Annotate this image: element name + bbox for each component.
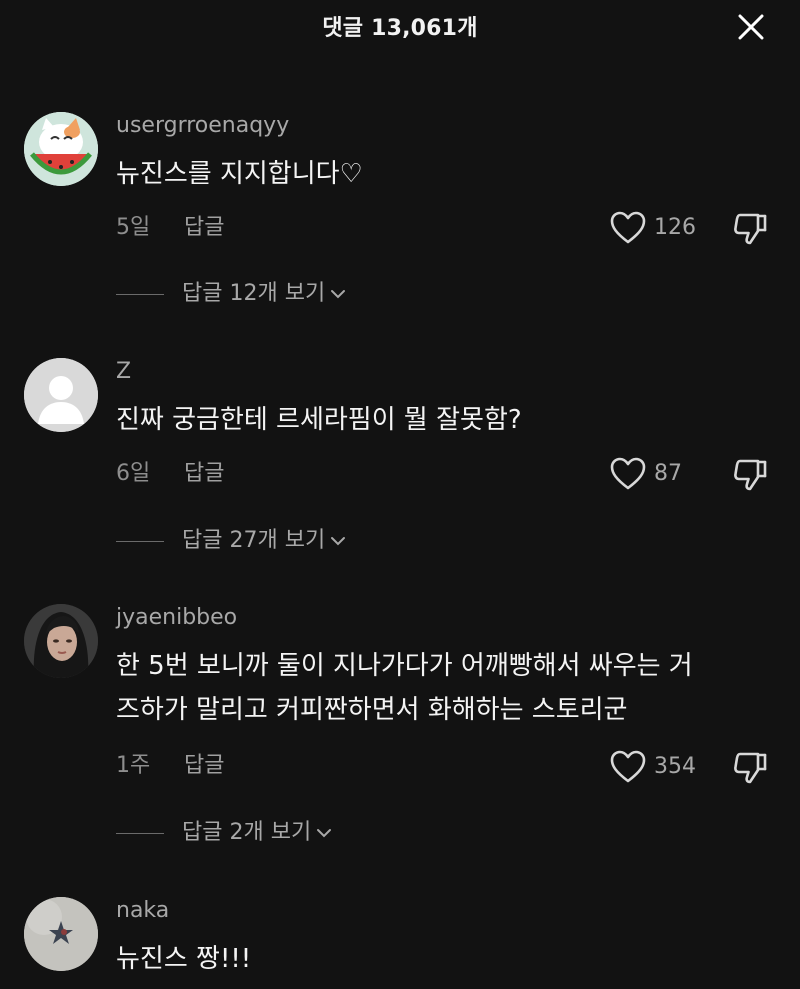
dislike-button[interactable] <box>732 211 768 247</box>
view-replies-label: 답글 2개 보기 <box>182 820 312 845</box>
comments-count-title: 댓글 13,061개 <box>322 16 478 41</box>
comment-username[interactable]: naka <box>116 897 169 925</box>
thumbs-down-icon <box>734 213 767 245</box>
view-replies-label: 답글 27개 보기 <box>182 528 326 553</box>
comment-text-line: 한 5번 보니까 둘이 지나가다가 어깨빵해서 싸우는 거 <box>116 651 693 681</box>
default-user-icon <box>24 358 98 432</box>
heart-icon <box>610 457 646 490</box>
profile-photo <box>24 604 98 678</box>
comment-username[interactable]: jyaenibbeo <box>116 604 237 632</box>
divider-line <box>116 833 164 834</box>
comments-header: 댓글 13,061개 <box>0 0 800 52</box>
thumbs-down-icon <box>734 459 767 491</box>
comment-time: 5일 <box>116 215 151 240</box>
like-count: 354 <box>654 754 696 779</box>
reply-button[interactable]: 답글 <box>184 214 224 242</box>
divider-line <box>116 294 164 295</box>
comment-text-line: 즈하가 말리고 커피짠하면서 화해하는 스토리군 <box>116 695 628 725</box>
comment-text: 진짜 궁금한테 르세라핌이 뭘 잘못함? <box>116 405 522 435</box>
divider-line <box>116 541 164 542</box>
comment-time: 6일 <box>116 461 151 486</box>
thumbs-down-icon <box>734 752 767 784</box>
comment-time: 1주 <box>116 753 151 778</box>
chevron-down-icon <box>331 290 346 299</box>
avatar[interactable] <box>24 897 98 971</box>
close-button[interactable] <box>736 12 766 42</box>
like-count: 87 <box>654 461 682 486</box>
like-count: 126 <box>654 215 696 240</box>
view-replies-label: 답글 12개 보기 <box>182 281 326 306</box>
comment-text: 한 5번 보니까 둘이 지나가다가 어깨빵해서 싸우는 거 즈하가 말리고 커피… <box>116 644 756 732</box>
avatar[interactable] <box>24 358 98 432</box>
dislike-button[interactable] <box>732 457 768 493</box>
dislike-button[interactable] <box>732 750 768 786</box>
star-sticker-photo <box>24 897 98 971</box>
heart-icon <box>610 750 646 783</box>
watermelon-cat-icon <box>24 112 98 186</box>
avatar[interactable] <box>24 604 98 678</box>
avatar[interactable] <box>24 112 98 186</box>
chevron-down-icon <box>331 537 346 546</box>
comment-text: 뉴진스 짱!!! <box>116 944 252 974</box>
chevron-down-icon <box>317 829 332 838</box>
comment-text: 뉴진스를 지지합니다♡ <box>116 159 363 189</box>
reply-button[interactable]: 답글 <box>184 460 224 488</box>
close-icon <box>738 14 764 40</box>
reply-button[interactable]: 답글 <box>184 752 224 780</box>
heart-icon <box>610 211 646 244</box>
comment-username[interactable]: Z <box>116 358 131 386</box>
comment-username[interactable]: usergrroenaqyy <box>116 112 289 140</box>
